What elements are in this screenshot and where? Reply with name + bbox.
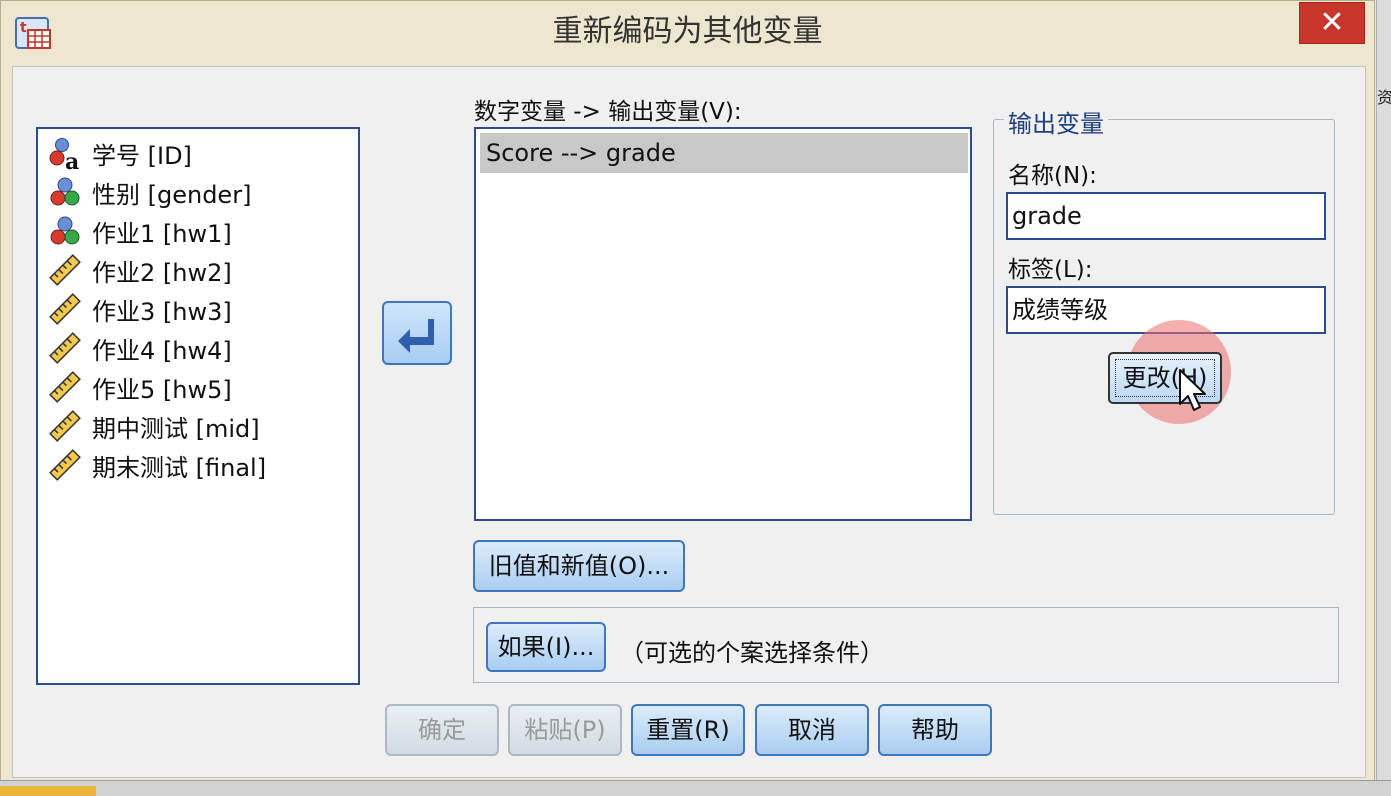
label-label: 标签(L): <box>1008 257 1093 283</box>
scale-ruler-icon <box>48 409 82 443</box>
variable-label: 期中测试 [mid] <box>92 414 260 443</box>
output-variable-group-title: 输出变量 <box>1004 104 1108 139</box>
name-label: 名称(N): <box>1008 163 1097 189</box>
background-window-edge <box>1376 0 1391 796</box>
if-button[interactable]: 如果(I)... <box>486 622 606 672</box>
source-variable-list[interactable]: a 学号 [ID] 性别 [gender] 作业1 [hw1] 作业2 [hw2] 作业3… <box>36 127 360 685</box>
variable-list-item[interactable]: 作业3 [hw3] <box>48 291 232 327</box>
nominal-icon <box>48 175 82 209</box>
variable-label: 作业5 [hw5] <box>92 375 232 404</box>
help-button[interactable]: 帮助 <box>878 704 992 756</box>
arrow-back-icon <box>398 319 434 353</box>
cancel-button[interactable]: 取消 <box>755 704 869 756</box>
variable-label: 作业4 [hw4] <box>92 336 232 365</box>
variable-label: 作业2 [hw2] <box>92 258 232 287</box>
nominal-icon <box>48 214 82 248</box>
scale-ruler-icon <box>48 292 82 326</box>
variable-label: 作业3 [hw3] <box>92 297 232 326</box>
scale-ruler-icon <box>48 331 82 365</box>
taskbar-accent <box>0 786 96 796</box>
close-button[interactable]: ✕ <box>1299 2 1365 44</box>
move-back-button[interactable] <box>382 301 452 365</box>
variable-list-item[interactable]: 期末测试 [final] <box>48 447 266 483</box>
title-bar[interactable]: t 重新编码为其他变量 <box>0 0 1375 64</box>
old-and-new-values-button[interactable]: 旧值和新值(O)... <box>473 540 685 592</box>
variable-list-item[interactable]: 作业1 [hw1] <box>48 213 232 249</box>
name-input[interactable]: grade <box>1006 192 1326 240</box>
taskbar <box>0 780 1391 796</box>
nominal-string-icon: a <box>48 136 82 175</box>
close-icon: ✕ <box>1319 5 1345 40</box>
variable-list-item[interactable]: 作业2 [hw2] <box>48 252 232 288</box>
scale-ruler-icon <box>48 370 82 404</box>
variable-list-item[interactable]: 性别 [gender] <box>48 174 251 210</box>
variable-list-item[interactable]: 期中测试 [mid] <box>48 408 260 444</box>
svg-text:a: a <box>65 149 79 170</box>
variable-list-item[interactable]: 作业5 [hw5] <box>48 369 232 405</box>
paste-button[interactable]: 粘贴(P) <box>508 704 622 756</box>
background-window-text: 资 <box>1377 88 1391 107</box>
variable-label: 性别 [gender] <box>92 180 252 209</box>
scale-ruler-icon <box>48 253 82 287</box>
variable-label: 作业1 [hw1] <box>92 219 232 248</box>
mapping-list-item[interactable]: Score --> grade <box>480 133 968 173</box>
mapping-list-label: 数字变量 -> 输出变量(V): <box>474 99 742 125</box>
variable-list-item[interactable]: a 学号 [ID] <box>48 135 192 175</box>
if-condition-note: （可选的个案选择条件） <box>620 639 884 667</box>
mouse-cursor-icon <box>1179 369 1206 411</box>
reset-button[interactable]: 重置(R) <box>631 704 745 756</box>
variable-list-item[interactable]: 作业4 [hw4] <box>48 330 232 366</box>
scale-ruler-icon <box>48 448 82 482</box>
dialog-title: 重新编码为其他变量 <box>552 14 823 49</box>
ok-button[interactable]: 确定 <box>385 704 499 756</box>
variable-label: 学号 [ID] <box>92 141 192 170</box>
mapping-list[interactable]: Score --> grade <box>474 127 972 521</box>
variable-label: 期末测试 [final] <box>92 453 267 482</box>
